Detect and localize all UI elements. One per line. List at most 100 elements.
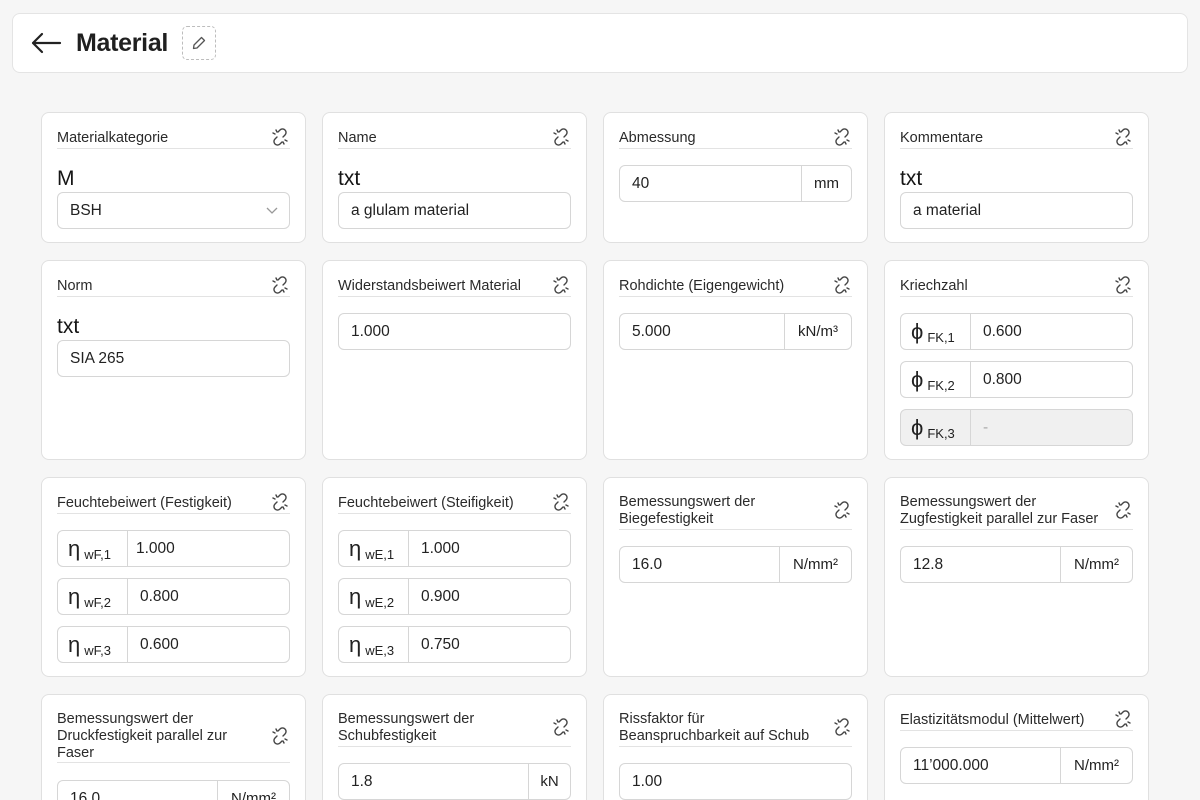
unlink-icon[interactable] bbox=[270, 275, 290, 295]
input-value: SIA 265 bbox=[70, 350, 125, 367]
unlink-icon[interactable] bbox=[1113, 500, 1133, 520]
unlink-icon[interactable] bbox=[832, 275, 852, 295]
unlink-icon[interactable] bbox=[1113, 275, 1133, 295]
symbol-label: ϕ FK,1 bbox=[901, 314, 971, 349]
card-label: Bemessungswert der Zugfestigkeit parallel… bbox=[900, 494, 1099, 527]
card-label: Kriechzahl bbox=[900, 278, 968, 294]
input-value: 1.8 bbox=[351, 773, 373, 790]
symbol-label: η wE,1 bbox=[339, 531, 409, 566]
unlink-icon[interactable] bbox=[270, 726, 290, 746]
unlink-icon[interactable] bbox=[551, 492, 571, 512]
feuchte-we1-input[interactable]: η wE,1 1.000 bbox=[338, 530, 571, 567]
input-value: 16.0 bbox=[70, 790, 101, 800]
input-value: 0.800 bbox=[140, 588, 179, 605]
card-label: Rohdichte (Eigengewicht) bbox=[619, 278, 785, 294]
chevron-down-icon bbox=[266, 207, 278, 214]
feuchte-wf1-input[interactable]: η wF,1 1.000 bbox=[57, 530, 290, 567]
card-label: Rissfaktor für Beanspruchbarkeit auf Schu… bbox=[619, 711, 810, 744]
page-title: Material bbox=[76, 29, 169, 57]
symbol-label: η wF,3 bbox=[58, 627, 128, 662]
input-value: - bbox=[983, 419, 989, 436]
card-feuchtebeiwert-steifigkeit: Feuchtebeiwert (Steifigkeit) η wE,1 1.000… bbox=[322, 477, 587, 677]
back-button[interactable] bbox=[29, 28, 63, 58]
card-label: Materialkategorie bbox=[57, 130, 169, 146]
select-value: BSH bbox=[70, 202, 102, 219]
unlink-icon[interactable] bbox=[832, 500, 852, 520]
unlink-icon[interactable] bbox=[832, 717, 852, 737]
druckfestigkeit-input[interactable]: 16.0 N/mm² bbox=[57, 780, 290, 800]
card-abmessung: Abmessung 40 mm bbox=[603, 112, 868, 243]
input-value: 0.750 bbox=[421, 636, 460, 653]
input-value: a material bbox=[913, 202, 982, 219]
unlink-icon[interactable] bbox=[551, 275, 571, 295]
card-zugfestigkeit: Bemessungswert der Zugfestigkeit parallel… bbox=[884, 477, 1149, 677]
symbol-label: ϕ FK,2 bbox=[901, 362, 971, 397]
kommentare-input[interactable]: a material bbox=[900, 192, 1133, 229]
rissfaktor-input[interactable]: 1.00 bbox=[619, 763, 852, 800]
card-label: Abmessung bbox=[619, 130, 696, 146]
unlink-icon[interactable] bbox=[551, 717, 571, 737]
zugfestigkeit-input[interactable]: 12.8 N/mm² bbox=[900, 546, 1133, 583]
rohdichte-input[interactable]: 5.000 kN/m³ bbox=[619, 313, 852, 350]
card-label: Widerstandsbeiwert Material bbox=[338, 278, 521, 294]
name-input[interactable]: a glulam material bbox=[338, 192, 571, 229]
card-schubfestigkeit: Bemessungswert der Schubfestigkeit 1.8 kN bbox=[322, 694, 587, 800]
input-value: 1.000 bbox=[351, 323, 390, 340]
card-rohdichte: Rohdichte (Eigengewicht) 5.000 kN/m³ bbox=[603, 260, 868, 460]
kriechzahl-fk2-input[interactable]: ϕ FK,2 0.800 bbox=[900, 361, 1133, 398]
unlink-icon[interactable] bbox=[1113, 709, 1133, 729]
type-label: txt bbox=[900, 167, 923, 190]
input-value: a glulam material bbox=[351, 202, 470, 219]
card-feuchtebeiwert-festigkeit: Feuchtebeiwert (Festigkeit) η wF,1 1.000 … bbox=[41, 477, 306, 677]
symbol-label: ϕ FK,3 bbox=[901, 410, 971, 445]
page-header: Material bbox=[12, 13, 1188, 73]
unlink-icon[interactable] bbox=[551, 127, 571, 147]
unit-label: mm bbox=[801, 166, 851, 201]
card-label: Bemessungswert der Druckfestigkeit parall… bbox=[57, 711, 228, 761]
abmessung-input[interactable]: 40 mm bbox=[619, 165, 852, 202]
input-value: 1.000 bbox=[421, 540, 460, 557]
card-widerstandsbeiwert: Widerstandsbeiwert Material 1.000 bbox=[322, 260, 587, 460]
unit-label: N/mm² bbox=[779, 547, 851, 582]
unlink-icon[interactable] bbox=[270, 492, 290, 512]
edit-title-button[interactable] bbox=[182, 26, 216, 60]
unlink-icon[interactable] bbox=[832, 127, 852, 147]
kriechzahl-fk1-input[interactable]: ϕ FK,1 0.600 bbox=[900, 313, 1133, 350]
unlink-icon[interactable] bbox=[270, 127, 290, 147]
norm-input[interactable]: SIA 265 bbox=[57, 340, 290, 377]
feuchte-wf3-input[interactable]: η wF,3 0.600 bbox=[57, 626, 290, 663]
kriechzahl-fk3-input: ϕ FK,3 - bbox=[900, 409, 1133, 446]
biegefestigkeit-input[interactable]: 16.0 N/mm² bbox=[619, 546, 852, 583]
card-rissfaktor: Rissfaktor für Beanspruchbarkeit auf Schu… bbox=[603, 694, 868, 800]
feuchte-wf2-input[interactable]: η wF,2 0.800 bbox=[57, 578, 290, 615]
card-label: Elastizitätsmodul (Mittelwert) bbox=[900, 712, 1085, 728]
widerstandsbeiwert-input[interactable]: 1.000 bbox=[338, 313, 571, 350]
input-value: 0.800 bbox=[983, 371, 1022, 388]
card-label: Feuchtebeiwert (Festigkeit) bbox=[57, 495, 232, 511]
unit-label: kN bbox=[528, 764, 570, 799]
unit-label: N/mm² bbox=[1060, 547, 1132, 582]
input-value: 0.600 bbox=[140, 636, 179, 653]
material-category-select[interactable]: BSH bbox=[57, 192, 290, 229]
feuchte-we3-input[interactable]: η wE,3 0.750 bbox=[338, 626, 571, 663]
card-label: Bemessungswert der Biegefestigkeit bbox=[619, 494, 756, 527]
input-value: 0.900 bbox=[421, 588, 460, 605]
card-biegefestigkeit: Bemessungswert der Biegefestigkeit 16.0 N… bbox=[603, 477, 868, 677]
card-kommentare: Kommentare txt a material bbox=[884, 112, 1149, 243]
symbol-label: η wE,2 bbox=[339, 579, 409, 614]
card-elastizitaetsmodul: Elastizitätsmodul (Mittelwert) 11’000.00… bbox=[884, 694, 1149, 800]
input-value: 40 bbox=[632, 175, 650, 192]
symbol-label: η wF,1 bbox=[58, 531, 128, 566]
card-druckfestigkeit: Bemessungswert der Druckfestigkeit parall… bbox=[41, 694, 306, 800]
schubfestigkeit-input[interactable]: 1.8 kN bbox=[338, 763, 571, 800]
input-value: 1.00 bbox=[632, 773, 663, 790]
pencil-icon bbox=[192, 36, 206, 50]
input-value: 11’000.000 bbox=[913, 757, 989, 774]
elastizitaetsmodul-input[interactable]: 11’000.000 N/mm² bbox=[900, 747, 1133, 784]
type-label: txt bbox=[338, 167, 361, 190]
feuchte-we2-input[interactable]: η wE,2 0.900 bbox=[338, 578, 571, 615]
unlink-icon[interactable] bbox=[1113, 127, 1133, 147]
input-value: 0.600 bbox=[983, 323, 1022, 340]
input-value: 16.0 bbox=[632, 556, 663, 573]
card-name: Name txt a glulam material bbox=[322, 112, 587, 243]
